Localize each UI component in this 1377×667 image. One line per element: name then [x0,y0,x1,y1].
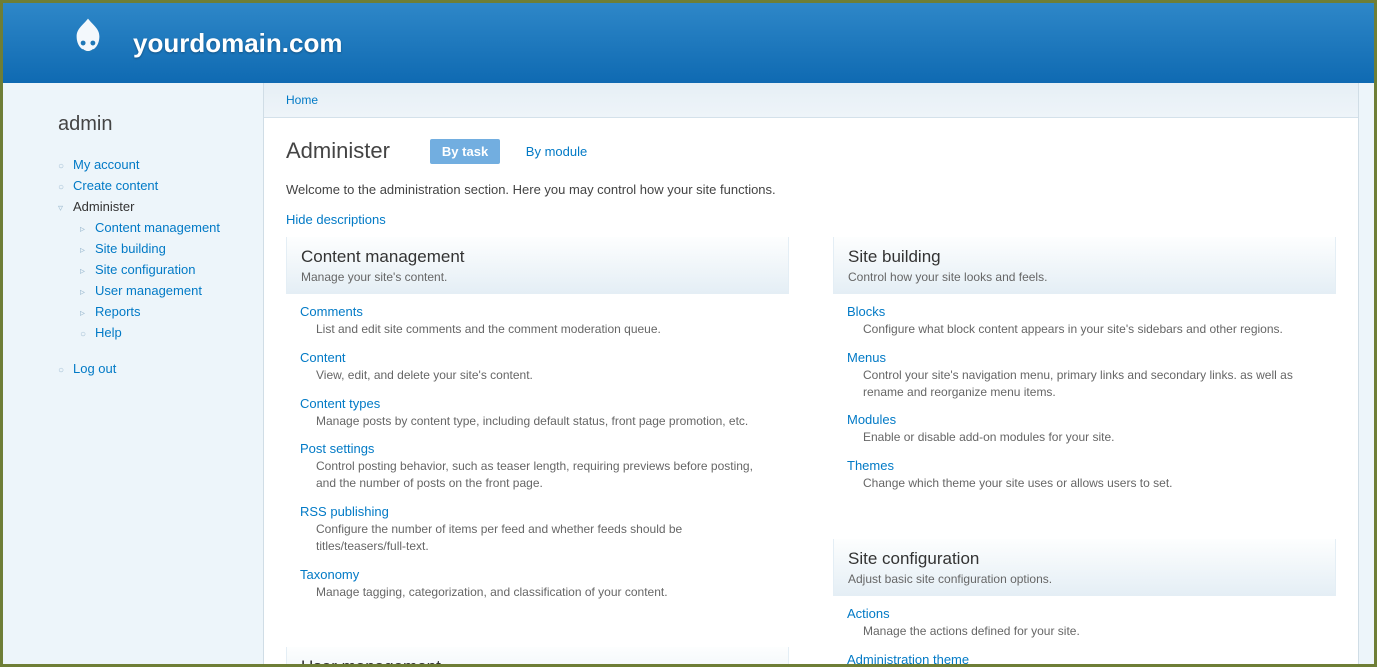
chevron-right-icon: ▹ [80,287,90,298]
breadcrumb-home[interactable]: Home [286,93,318,107]
admin-item-link[interactable]: Modules [847,412,896,427]
chevron-right-icon: ▹ [80,308,90,319]
sidebar-item-help[interactable]: ○ Help [58,322,263,343]
admin-item-description: Change which theme your site uses or all… [847,475,1322,492]
chevron-down-icon: ▿ [58,203,68,214]
admin-item-link[interactable]: Actions [847,606,890,621]
admin-item-description: Manage the actions defined for your site… [847,623,1322,640]
admin-item-link[interactable]: Blocks [847,304,885,319]
admin-item: Administration themeSettings for how you… [847,652,1322,667]
section-items: Comments List and edit site comments and … [286,294,789,622]
main-content: Home Administer By task By module Welcom… [263,83,1359,667]
sidebar-link[interactable]: Create content [73,178,158,193]
breadcrumb: Home [264,83,1358,118]
section-heading: Content management [301,247,774,267]
sidebar-item-site-configuration[interactable]: ▹ Site configuration [58,259,263,280]
admin-item-link[interactable]: Taxonomy [300,567,359,582]
admin-item-description: Manage tagging, categorization, and clas… [300,584,775,601]
section-subtitle: Adjust basic site configuration options. [848,572,1321,586]
admin-item: Content View, edit, and delete your site'… [300,350,775,384]
view-tabs: By task By module [430,139,609,164]
admin-item-description: View, edit, and delete your site's conte… [300,367,775,384]
admin-item: Content types Manage posts by content typ… [300,396,775,430]
section-header: Site configuration Adjust basic site conf… [833,539,1336,596]
section-items: Actions Manage the actions defined for yo… [833,596,1336,667]
admin-section: Site configuration Adjust basic site conf… [833,539,1336,667]
site-header: yourdomain.com [3,3,1374,83]
admin-section: User managementManage your site's users,… [286,647,789,667]
section-items: Blocks Configure what block content appea… [833,294,1336,514]
section-header: User managementManage your site's users,… [286,647,789,667]
sidebar-link[interactable]: My account [73,157,139,172]
admin-item: Post settings Control posting behavior, s… [300,441,775,492]
admin-item-description: List and edit site comments and the comm… [300,321,775,338]
admin-item: Menus Control your site's navigation menu… [847,350,1322,401]
section-header: Site building Control how your site looks… [833,237,1336,294]
admin-item: RSS publishing Configure the number of it… [300,504,775,555]
chevron-right-icon: ▹ [80,245,90,256]
page-title: Administer [286,138,390,164]
admin-item: Taxonomy Manage tagging, categorization, … [300,567,775,601]
section-subtitle: Manage your site's content. [301,270,774,284]
admin-item-link[interactable]: Post settings [300,441,374,456]
intro-text: Welcome to the administration section. H… [264,182,1358,212]
right-column: Site building Control how your site looks… [833,237,1336,667]
sidebar-current-label: Administer [73,199,134,214]
admin-section: Content management Manage your site's con… [286,237,789,622]
sidebar-item-content-management[interactable]: ▹ Content management [58,217,263,238]
sidebar-item-reports[interactable]: ▹ Reports [58,301,263,322]
sidebar-item-administer[interactable]: ▿ Administer [58,196,263,217]
left-column: Content management Manage your site's con… [286,237,789,667]
admin-item-link[interactable]: Administration theme [847,652,969,667]
admin-section: Site building Control how your site looks… [833,237,1336,514]
section-heading: Site configuration [848,549,1321,569]
bullet-icon: ○ [58,182,68,193]
admin-item-description: Control your site's navigation menu, pri… [847,367,1322,401]
sidebar-link[interactable]: Site configuration [95,262,195,277]
tab-by-task[interactable]: By task [430,139,500,164]
admin-item-link[interactable]: RSS publishing [300,504,389,519]
sidebar-item-site-building[interactable]: ▹ Site building [58,238,263,259]
chevron-right-icon: ▹ [80,224,90,235]
sidebar-link[interactable]: Site building [95,241,166,256]
admin-item-link[interactable]: Themes [847,458,894,473]
admin-item: Comments List and edit site comments and … [300,304,775,338]
tab-by-module[interactable]: By module [514,139,599,164]
admin-item-link[interactable]: Content types [300,396,380,411]
admin-item: Themes Change which theme your site uses … [847,458,1322,492]
sidebar-title: admin [58,113,263,136]
admin-item: Actions Manage the actions defined for yo… [847,606,1322,640]
admin-item-description: Manage posts by content type, including … [300,413,775,430]
sidebar-item-user-management[interactable]: ▹ User management [58,280,263,301]
admin-item: Blocks Configure what block content appea… [847,304,1322,338]
site-name: yourdomain.com [133,28,342,59]
admin-item-description: Configure the number of items per feed a… [300,521,775,555]
admin-item-description: Control posting behavior, such as teaser… [300,458,775,492]
section-header: Content management Manage your site's con… [286,237,789,294]
sidebar-item-create-content[interactable]: ○ Create content [58,175,263,196]
section-subtitle: Control how your site looks and feels. [848,270,1321,284]
admin-item-link[interactable]: Content [300,350,346,365]
admin-item-link[interactable]: Menus [847,350,886,365]
bullet-icon: ○ [58,365,68,376]
bullet-icon: ○ [58,161,68,172]
hide-descriptions-link[interactable]: Hide descriptions [286,212,386,227]
section-heading: User management [301,657,774,667]
admin-item-description: Configure what block content appears in … [847,321,1322,338]
admin-item-description: Enable or disable add-on modules for you… [847,429,1322,446]
sidebar: admin ○ My account ○ Create content ▿ Admin… [3,83,263,667]
sidebar-link[interactable]: User management [95,283,202,298]
bullet-icon: ○ [80,329,90,340]
admin-item-link[interactable]: Comments [300,304,363,319]
admin-item: Modules Enable or disable add-on modules … [847,412,1322,446]
sidebar-link[interactable]: Help [95,325,122,340]
sidebar-item-log-out[interactable]: ○ Log out [58,358,263,379]
chevron-right-icon: ▹ [80,266,90,277]
sidebar-link[interactable]: Log out [73,361,116,376]
sidebar-item-my-account[interactable]: ○ My account [58,154,263,175]
drupal-logo-icon [58,13,118,73]
sidebar-link[interactable]: Reports [95,304,141,319]
section-heading: Site building [848,247,1321,267]
sidebar-link[interactable]: Content management [95,220,220,235]
